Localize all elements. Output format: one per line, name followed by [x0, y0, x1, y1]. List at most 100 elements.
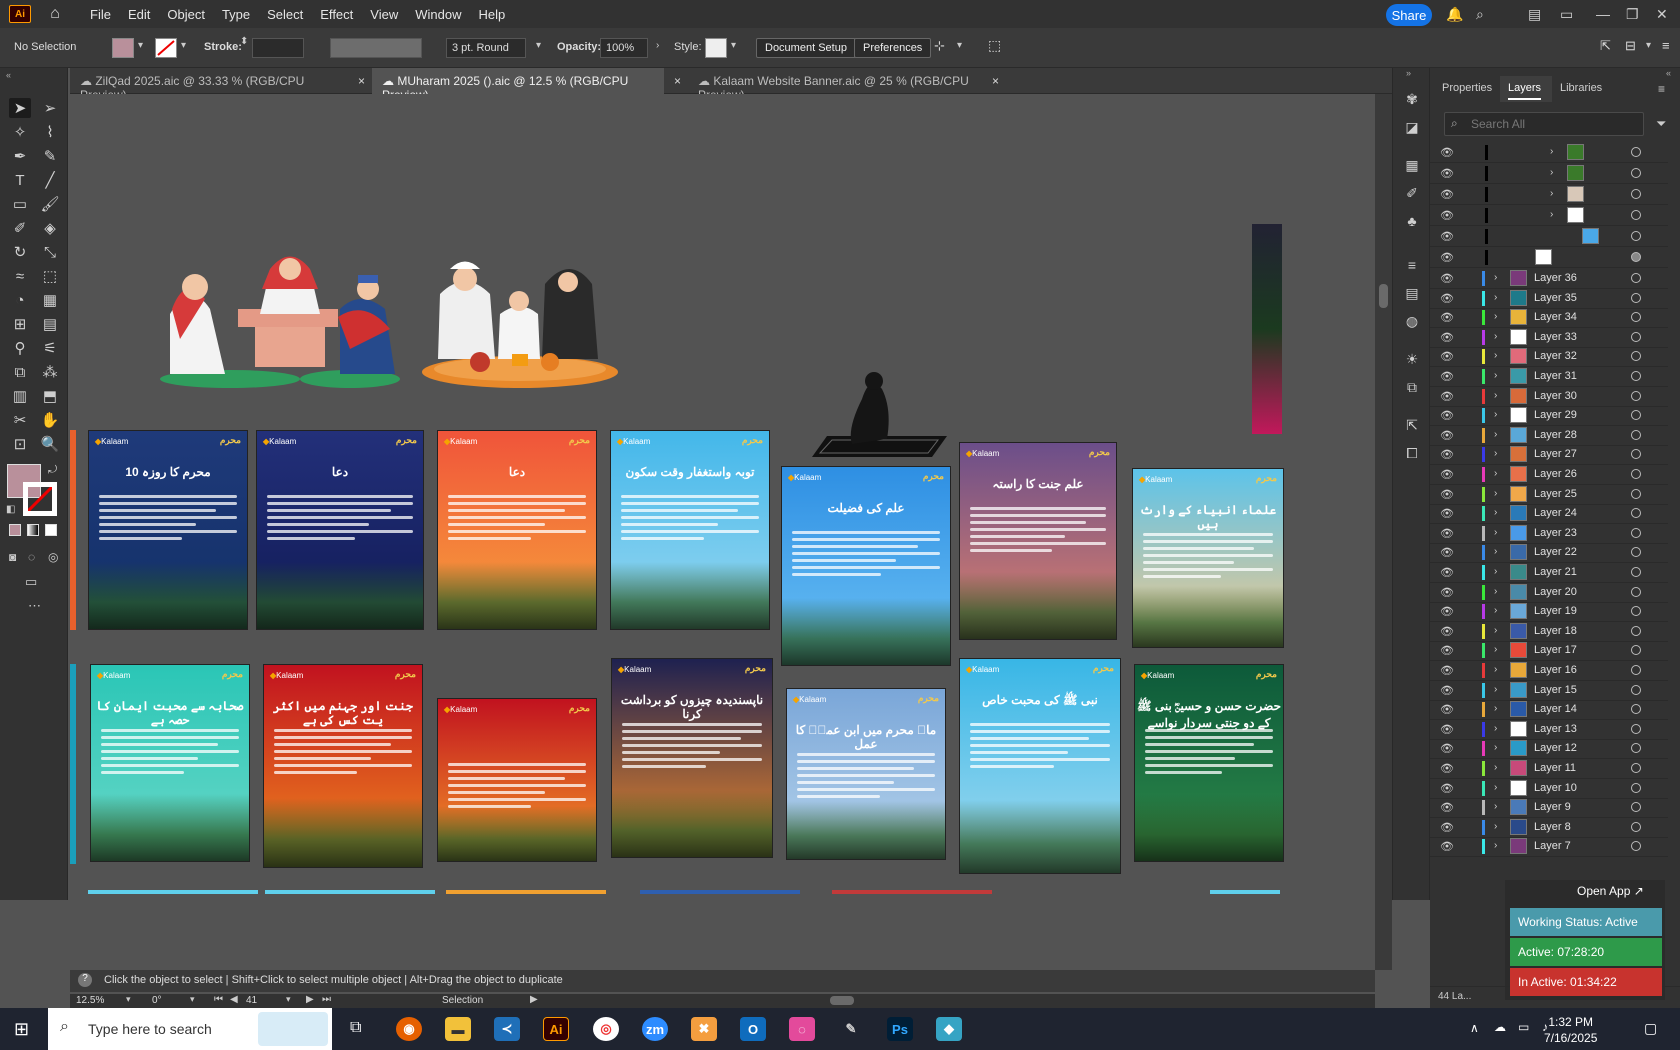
visibility-eye-icon[interactable]: 👁	[1440, 527, 1454, 540]
poster-artboard[interactable]: ◆Kalaam محرم	[437, 698, 597, 862]
visibility-eye-icon[interactable]: 👁	[1440, 723, 1454, 736]
target-circle-icon[interactable]	[1631, 802, 1641, 813]
home-icon[interactable]: ⌂	[45, 5, 65, 23]
target-circle-icon[interactable]	[1631, 488, 1641, 499]
illustration-family-meal[interactable]	[420, 254, 620, 389]
target-circle-icon[interactable]	[1631, 312, 1641, 323]
visibility-eye-icon[interactable]: 👁	[1440, 468, 1454, 481]
rotation-value[interactable]: 0°	[152, 995, 162, 1006]
close-icon[interactable]: ✕	[1656, 6, 1668, 23]
visibility-eye-icon[interactable]: 👁	[1440, 448, 1454, 461]
xampp-icon[interactable]: ✖	[691, 1017, 717, 1041]
layer-row[interactable]: 👁 › Layer 16	[1430, 660, 1668, 681]
taskbar-clock[interactable]: 1:32 PM 7/16/2025	[1544, 1014, 1597, 1046]
illustration-prayer-mat[interactable]	[792, 369, 952, 469]
pen-tool-icon[interactable]: ✒	[9, 146, 31, 166]
menu-file[interactable]: File	[90, 7, 111, 22]
target-circle-icon[interactable]	[1631, 684, 1641, 695]
shape-builder-icon[interactable]: ◔	[9, 290, 31, 310]
lasso-icon[interactable]: ⌇	[39, 122, 61, 142]
visibility-eye-icon[interactable]: 👁	[1440, 331, 1454, 344]
scroll-thumb[interactable]	[1379, 284, 1388, 308]
expand-arrow-icon[interactable]: ›	[1494, 801, 1497, 812]
sublayer-row[interactable]: 👁	[1430, 226, 1668, 247]
visibility-eye-icon[interactable]: 👁	[1440, 546, 1454, 559]
menu-type[interactable]: Type	[222, 7, 250, 22]
layer-row[interactable]: 👁 › Layer 25	[1430, 484, 1668, 505]
hand-tool-icon[interactable]: ✋	[39, 410, 61, 430]
layer-row[interactable]: 👁 › Layer 32	[1430, 346, 1668, 368]
layer-row[interactable]: 👁 › Layer 17	[1430, 640, 1668, 662]
print-tiling-icon[interactable]: ⊡	[9, 434, 31, 454]
visibility-eye-icon[interactable]: 👁	[1440, 742, 1454, 755]
layer-row[interactable]: 👁 › Layer 13	[1430, 719, 1668, 740]
target-circle-icon[interactable]	[1631, 508, 1641, 519]
visibility-eye-icon[interactable]: 👁	[1440, 507, 1454, 520]
target-circle-icon[interactable]	[1631, 567, 1641, 577]
layer-row[interactable]: 👁 › Layer 14	[1430, 699, 1668, 721]
poster-artboard[interactable]: ◆Kalaam محرم ناپسندیدہ چیزوں کو برداشت کرن…	[611, 658, 773, 858]
target-circle-icon[interactable]	[1631, 210, 1641, 220]
vscode-icon[interactable]: ≺	[494, 1017, 520, 1041]
expand-arrow-icon[interactable]: ›	[1494, 723, 1497, 734]
layer-row[interactable]: 👁 › Layer 29	[1430, 405, 1668, 427]
notification-icon[interactable]: ▢	[1644, 1020, 1657, 1037]
visibility-eye-icon[interactable]: 👁	[1440, 762, 1454, 775]
visibility-eye-icon[interactable]: 👁	[1440, 292, 1454, 305]
target-circle-icon[interactable]	[1631, 469, 1641, 479]
transparency-icon[interactable]: ◍	[1402, 312, 1422, 330]
visibility-eye-icon[interactable]: 👁	[1440, 644, 1454, 657]
expand-arrow-icon[interactable]: ›	[1494, 625, 1497, 636]
target-circle-icon[interactable]	[1631, 292, 1641, 303]
target-circle-icon[interactable]	[1631, 743, 1641, 754]
target-circle-icon[interactable]	[1631, 782, 1641, 793]
visibility-eye-icon[interactable]: 👁	[1440, 272, 1454, 285]
prev-artboard-icon[interactable]: ◀	[230, 994, 238, 1005]
artboard-dropdown-icon[interactable]: ▾	[286, 994, 291, 1005]
eraser-icon[interactable]: ◈	[39, 218, 61, 238]
curvature-tool-icon[interactable]: ✎	[39, 146, 61, 166]
chrome-icon[interactable]: ◎	[593, 1017, 619, 1041]
layer-row[interactable]: 👁 › Layer 9	[1430, 797, 1668, 819]
stroke-swatch[interactable]	[155, 38, 177, 58]
draw-behind-icon[interactable]: ◌	[28, 550, 35, 564]
task-view-icon[interactable]: ⧉	[350, 1019, 361, 1037]
stroke-panel-icon[interactable]: ≡	[1402, 256, 1422, 274]
search-icon[interactable]: ⌕	[1476, 6, 1484, 23]
next-artboard-icon[interactable]: ▶	[306, 994, 314, 1005]
variable-width-profile[interactable]	[330, 38, 422, 58]
panel-menu-icon[interactable]: ≡	[1658, 82, 1665, 96]
expand-arrow-icon[interactable]: ›	[1494, 546, 1497, 557]
screen-mode-icon[interactable]: ▭	[25, 574, 37, 590]
blend-tool-icon[interactable]: ⧉	[9, 362, 31, 382]
expand-arrow-icon[interactable]: ›	[1494, 448, 1497, 459]
layer-row[interactable]: 👁 › Layer 18	[1430, 621, 1668, 642]
edit-toolbar-icon[interactable]: ⋯	[28, 598, 41, 614]
target-circle-icon[interactable]	[1631, 147, 1641, 157]
recolor-icon[interactable]: ⬚	[988, 37, 1001, 54]
expand-arrow-icon[interactable]: ›	[1494, 429, 1497, 440]
expand-arrow-icon[interactable]: ›	[1494, 527, 1497, 538]
expand-arrow-icon[interactable]: ›	[1494, 409, 1497, 420]
tab-libraries[interactable]: Libraries	[1560, 82, 1602, 94]
expand-arrow-icon[interactable]: ›	[1550, 188, 1553, 199]
visibility-eye-icon[interactable]: 👁	[1440, 586, 1454, 599]
expand-arrow-icon[interactable]: ›	[1494, 370, 1497, 381]
stroke-weight-field[interactable]	[252, 38, 304, 58]
filter-icon[interactable]: ⏷	[1656, 116, 1666, 132]
expand-arrow-icon[interactable]: ›	[1494, 644, 1497, 655]
menu-select[interactable]: Select	[267, 7, 303, 22]
align-icon[interactable]: ⊹	[934, 38, 945, 54]
expand-arrow-icon[interactable]: ›	[1494, 488, 1497, 499]
taskbar-search-input[interactable]: ⌕ Type here to search	[48, 1008, 332, 1050]
mesh-tool-icon[interactable]: ⊞	[9, 314, 31, 334]
layer-row[interactable]: 👁 › Layer 31	[1430, 366, 1668, 387]
target-circle-icon[interactable]	[1631, 189, 1641, 199]
layer-row[interactable]: 👁 › Layer 30	[1430, 386, 1668, 407]
visibility-eye-icon[interactable]: 👁	[1440, 625, 1454, 638]
expand-arrow-icon[interactable]: ›	[1550, 167, 1553, 178]
layer-row[interactable]: 👁 › Layer 21	[1430, 562, 1668, 583]
swap-colors-icon[interactable]: ⤾	[48, 464, 57, 477]
outlook-icon[interactable]: O	[740, 1017, 766, 1041]
brush-dropdown-icon[interactable]: ▾	[536, 40, 541, 51]
